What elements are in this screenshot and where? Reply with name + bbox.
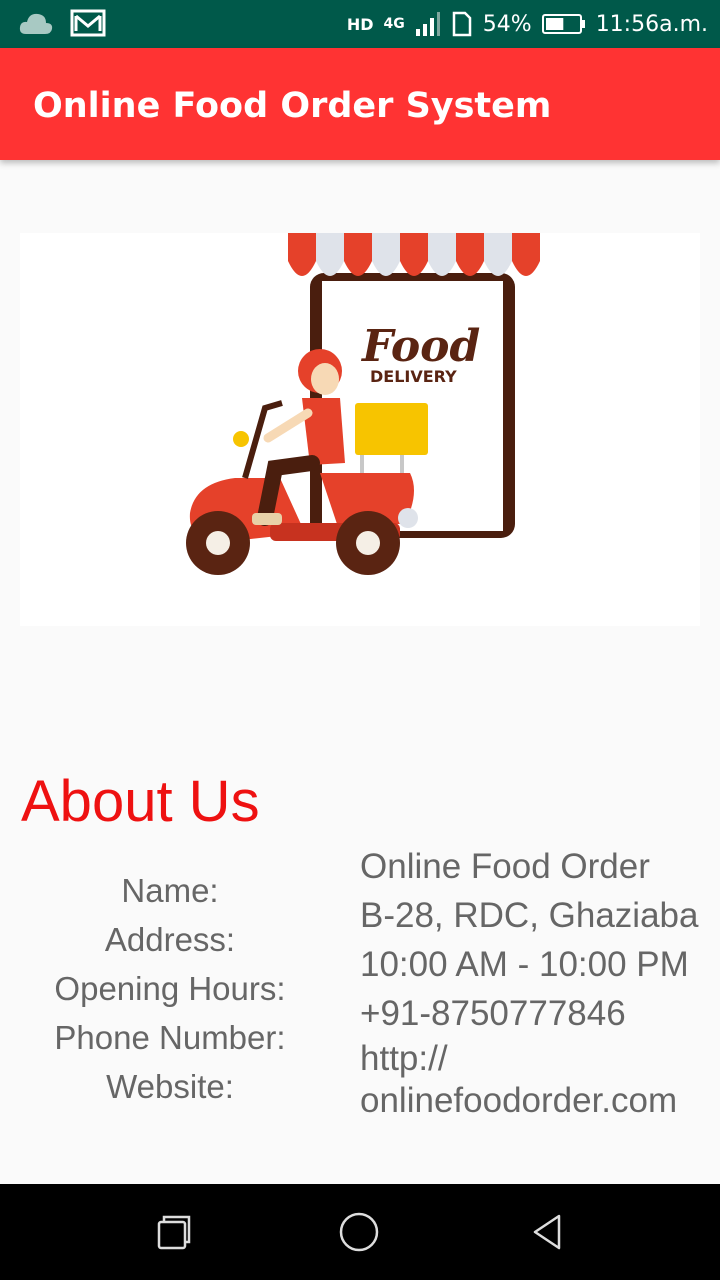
sim-icon	[452, 11, 472, 37]
website-label: Website:	[106, 1068, 234, 1105]
battery-percent: 54%	[482, 11, 532, 37]
phone-value[interactable]: +91-8750777846	[360, 989, 700, 1038]
food-delivery-banner: Food DELIVERY	[20, 233, 700, 626]
banner-delivery-text: DELIVERY	[370, 367, 457, 386]
food-delivery-illustration: Food DELIVERY	[186, 233, 540, 575]
home-icon	[339, 1212, 379, 1252]
opening-hours-value: 10:00 AM - 10:00 PM	[360, 945, 689, 984]
weather-cloud-icon	[19, 13, 53, 34]
home-button[interactable]	[331, 1204, 387, 1260]
page-title: Online Food Order System	[33, 86, 552, 126]
about-us-heading: About Us	[21, 769, 260, 834]
network-type: 4G	[383, 16, 405, 32]
phone-label: Phone Number:	[54, 1019, 286, 1056]
info-labels: Name: Address: Opening Hours: Phone Numb…	[30, 866, 310, 1111]
status-bar: HD 4G 54% 11:56a.m.	[0, 0, 720, 48]
system-icons: HD 4G 54% 11:56a.m.	[347, 0, 708, 48]
navigation-bar	[0, 1184, 720, 1280]
clock: 11:56a.m.	[595, 11, 708, 37]
opening-hours-label: Opening Hours:	[54, 970, 286, 1007]
signal-icon	[415, 12, 440, 36]
hd-icon: HD	[346, 14, 374, 34]
recent-apps-icon	[157, 1215, 191, 1250]
back-button[interactable]	[519, 1204, 575, 1260]
notification-icons	[18, 8, 106, 38]
address-value: B-28, RDC, Ghaziabad	[360, 896, 700, 935]
back-icon	[533, 1214, 561, 1250]
gmail-icon	[70, 9, 106, 37]
address-label: Address:	[104, 921, 236, 958]
name-value: Online Food Order	[360, 847, 650, 886]
banner-food-text: Food	[360, 321, 480, 372]
recent-apps-button[interactable]	[145, 1204, 201, 1260]
battery-icon	[541, 14, 585, 34]
name-label: Name:	[121, 872, 219, 909]
website-value[interactable]: http:// onlinefoodorder.com	[360, 1038, 700, 1122]
info-values: Online Food Order B-28, RDC, Ghaziabad 1…	[360, 842, 700, 1122]
